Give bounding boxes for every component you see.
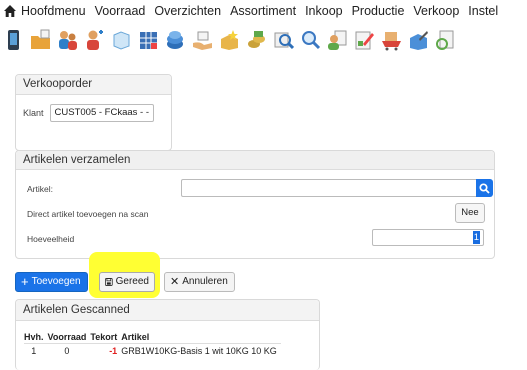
search-icon [479,182,490,194]
artikel-input[interactable] [181,179,476,197]
menu-assortiment[interactable]: Assortiment [230,4,296,18]
klant-select[interactable]: CUST005 - FCkaas - - [49,104,154,122]
toevoegen-button[interactable]: + Toevoegen [15,272,88,292]
artikelen-gescanned-panel: Artikelen Gescanned Hvh. Voorraad Tekort… [15,299,320,370]
grid-icon[interactable] [138,29,159,51]
folder-add-icon[interactable] [30,29,51,51]
artikel-search-button[interactable] [476,179,493,197]
person-add-icon[interactable] [84,29,105,51]
scanned-table: Hvh. Voorraad Tekort Artikel 1 0 -1 GRB1… [24,330,281,357]
box-edit-icon[interactable] [408,29,429,51]
cell-artikel: GRB1W10KG-Basis 1 wit 10KG 10 KG [121,345,277,356]
table-row[interactable]: 1 0 -1 GRB1W10KG-Basis 1 wit 10KG 10 KG [24,344,281,358]
close-icon: ✕ [170,276,180,288]
col-tekort: Tekort [90,330,122,344]
coins-icon[interactable] [246,29,267,51]
menu-voorraad[interactable]: Voorraad [95,4,146,18]
hoeveelheid-input[interactable]: 1 [372,229,484,246]
direct-toevoegen-label: Direct artikel toevoegen na scan [27,209,149,219]
verkooporder-title: Verkooporder [16,75,171,95]
box-icon[interactable] [111,29,132,51]
artikelen-gescanned-title: Artikelen Gescanned [16,300,319,321]
box-star-icon[interactable] [219,29,240,51]
menu-verkoop[interactable]: Verkoop [413,4,459,18]
menu-hoofdmenu[interactable]: Hoofdmenu [21,4,86,18]
person-doc-icon[interactable] [327,29,348,51]
main-menu-bar: Hoofdmenu Voorraad Overzichten Assortime… [0,0,527,22]
toevoegen-label: Toevoegen [31,276,81,287]
menu-inkoop[interactable]: Inkoop [305,4,343,18]
col-voorraad: Voorraad [47,330,91,344]
menu-overzichten[interactable]: Overzichten [154,4,221,18]
artikel-label: Artikel: [27,184,53,194]
cell-voorraad: 0 [64,345,70,356]
klant-label: Klant [23,108,44,118]
hoeveelheid-label: Hoeveelheid [27,234,75,244]
zoom-icon[interactable] [300,29,321,51]
stack-icon[interactable] [165,29,186,51]
verkooporder-panel: Verkooporder Klant CUST005 - FCkaas - - [15,74,172,151]
artikelen-verzamelen-title: Artikelen verzamelen [16,151,494,170]
cart-icon[interactable] [381,29,402,51]
artikelen-verzamelen-panel: Artikelen verzamelen Artikel: Direct art… [15,150,495,259]
hand-box-icon[interactable] [192,29,213,51]
menu-productie[interactable]: Productie [352,4,405,18]
annuleren-button[interactable]: ✕ Annuleren [164,272,235,292]
gereed-label: Gereed [115,276,149,287]
doc-edit-icon[interactable] [354,29,375,51]
direct-toevoegen-toggle[interactable]: Nee [455,203,485,223]
plus-icon: + [21,274,29,289]
cell-tekort: -1 [109,345,118,356]
doc-refresh-icon[interactable] [435,29,456,51]
table-header-row: Hvh. Voorraad Tekort Artikel [24,330,281,344]
icon-toolbar [3,27,456,53]
mobile-icon[interactable] [3,29,24,51]
magnifier-icon[interactable] [273,29,294,51]
col-hvh: Hvh. [24,330,48,344]
home-icon[interactable] [3,4,17,18]
save-icon [105,278,113,286]
menu-instellingen[interactable]: Instel [468,4,498,18]
cell-hvh: 1 [31,345,37,356]
hoeveelheid-value: 1 [472,231,480,244]
people-icon[interactable] [57,29,78,51]
col-artikel: Artikel [121,330,281,344]
annuleren-label: Annuleren [182,276,228,287]
gereed-button[interactable]: Gereed [99,272,155,292]
